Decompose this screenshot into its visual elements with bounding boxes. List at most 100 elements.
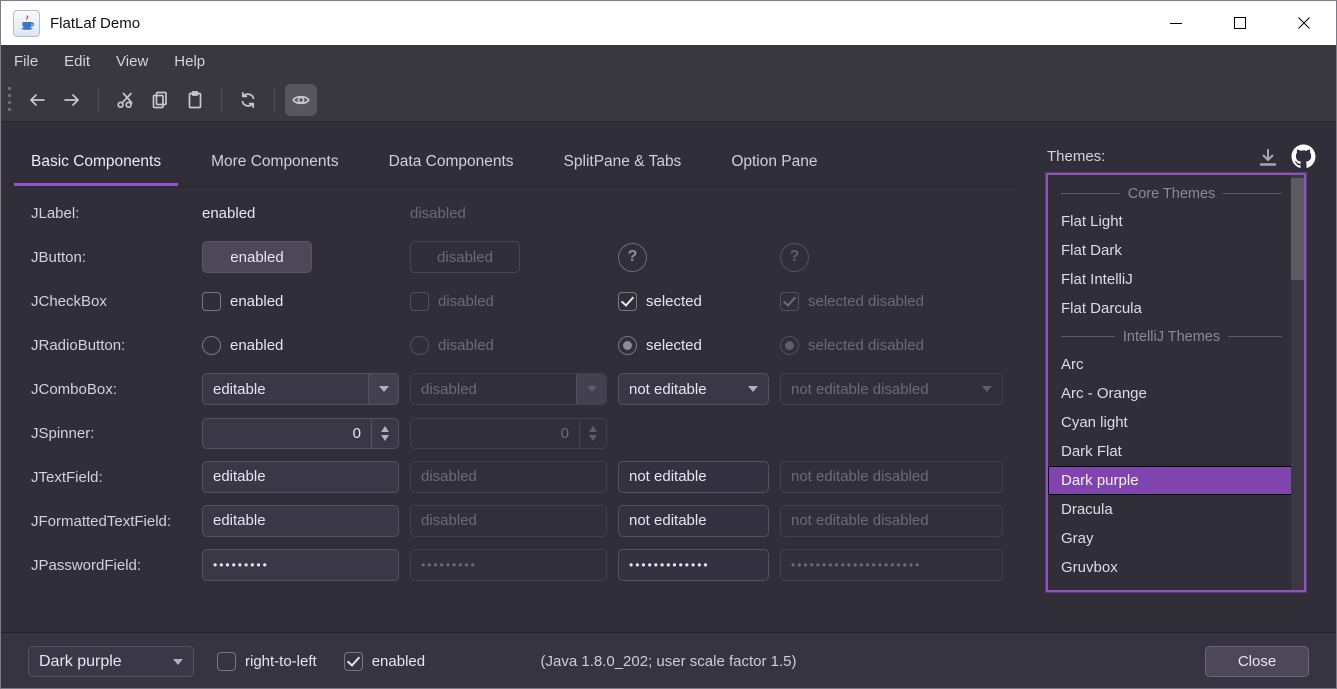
download-icon[interactable] xyxy=(1257,147,1279,169)
tab-data-components[interactable]: Data Components xyxy=(372,141,531,186)
spinner-arrows[interactable] xyxy=(371,419,398,448)
password-field-not-editable[interactable]: ••••••••••••• xyxy=(618,549,769,581)
enabled-checkbox[interactable]: enabled xyxy=(344,652,425,671)
combobox-not-editable[interactable]: not editable xyxy=(618,373,769,405)
tab-splitpane-tabs[interactable]: SplitPane & Tabs xyxy=(547,141,699,186)
menu-bar: File Edit View Help xyxy=(1,45,1336,78)
spinner-enabled[interactable]: 0 xyxy=(202,418,399,449)
theme-list-item[interactable]: Flat Light xyxy=(1048,207,1292,236)
tab-option-pane[interactable]: Option Pane xyxy=(714,141,834,186)
formatted-textfield-not-editable[interactable]: not editable xyxy=(618,505,769,537)
radio-selected[interactable]: selected xyxy=(618,336,769,355)
tab-basic-components[interactable]: Basic Components xyxy=(14,141,178,186)
back-button[interactable] xyxy=(21,84,53,116)
chevron-down-icon[interactable] xyxy=(738,374,768,404)
title-bar: FlatLaf Demo xyxy=(1,1,1336,45)
minimize-button[interactable] xyxy=(1144,1,1208,45)
toolbar-grip[interactable] xyxy=(8,87,11,113)
checkbox-enabled[interactable]: enabled xyxy=(202,292,399,311)
chevron-down-icon xyxy=(576,374,606,404)
theme-list-item[interactable]: Dracula xyxy=(1048,495,1292,524)
copy-button[interactable] xyxy=(144,84,176,116)
cut-button[interactable] xyxy=(109,84,141,116)
password-field-not-editable-disabled: ••••••••••••••••••••• xyxy=(780,549,1003,581)
checkbox-checked-icon[interactable] xyxy=(618,292,637,311)
theme-list-item[interactable]: Dark Flat xyxy=(1048,437,1292,466)
theme-selector-combobox[interactable]: Dark purple xyxy=(28,646,194,677)
chevron-down-icon xyxy=(972,374,1002,404)
spinner-value: 0 xyxy=(411,419,579,448)
github-icon[interactable] xyxy=(1291,144,1316,169)
textfield-disabled: disabled xyxy=(410,461,607,493)
refresh-button[interactable] xyxy=(232,84,264,116)
help-button[interactable]: ? xyxy=(618,243,647,272)
theme-list-item[interactable]: Flat IntelliJ xyxy=(1048,265,1292,294)
combobox-value[interactable]: editable xyxy=(203,381,368,398)
radio-selected-icon[interactable] xyxy=(618,336,637,355)
chevron-down-icon[interactable] xyxy=(368,374,398,404)
window-title: FlatLaf Demo xyxy=(50,15,140,32)
theme-list-item[interactable]: Cyan light xyxy=(1048,408,1292,437)
radio-label: enabled xyxy=(230,337,283,354)
textfield-not-editable-disabled: not editable disabled xyxy=(780,461,1003,493)
jcombobox-row-label: JComboBox: xyxy=(31,381,191,398)
password-field-editable[interactable]: ••••••••• xyxy=(202,549,399,581)
spinner-value[interactable]: 0 xyxy=(203,419,371,448)
theme-list-item[interactable]: Flat Dark xyxy=(1048,236,1292,265)
radio-selected-disabled: selected disabled xyxy=(780,336,1003,355)
checkbox-icon[interactable] xyxy=(217,652,236,671)
enabled-button[interactable]: enabled xyxy=(202,241,312,273)
right-to-left-checkbox[interactable]: right-to-left xyxy=(217,652,317,671)
checkbox-label: selected disabled xyxy=(808,293,924,310)
checkbox-selected[interactable]: selected xyxy=(618,292,769,311)
theme-list-item[interactable]: Gray xyxy=(1048,524,1292,553)
menu-file[interactable]: File xyxy=(1,45,51,78)
theme-list-item[interactable]: Arc xyxy=(1048,350,1292,379)
radio-enabled[interactable]: enabled xyxy=(202,336,399,355)
java-app-icon xyxy=(13,10,40,37)
combobox-value: not editable disabled xyxy=(781,381,972,398)
menu-help[interactable]: Help xyxy=(161,45,218,78)
help-button-disabled: ? xyxy=(780,243,809,272)
theme-list-item[interactable]: Dark purple xyxy=(1048,466,1292,495)
theme-list-item[interactable]: Flat Darcula xyxy=(1048,294,1292,323)
radio-icon xyxy=(410,336,429,355)
maximize-button[interactable] xyxy=(1208,1,1272,45)
combobox-editable[interactable]: editable xyxy=(202,373,399,405)
checkbox-label: disabled xyxy=(438,293,494,310)
radio-icon[interactable] xyxy=(202,336,221,355)
theme-list-item[interactable]: Gruvbox xyxy=(1048,553,1292,582)
combobox-value[interactable]: not editable xyxy=(619,381,738,398)
jtextfield-row-label: JTextField: xyxy=(31,469,191,486)
combobox-not-editable-disabled: not editable disabled xyxy=(780,373,1003,405)
menu-view[interactable]: View xyxy=(103,45,161,78)
checkbox-selected-disabled: selected disabled xyxy=(780,292,1003,311)
jlabel-enabled: enabled xyxy=(202,205,399,222)
tool-bar xyxy=(1,78,1336,122)
jpasswordfield-row-label: JPasswordField: xyxy=(31,557,191,574)
right-to-left-label: right-to-left xyxy=(245,653,317,670)
formatted-textfield-editable[interactable]: editable xyxy=(202,505,399,537)
show-details-toggle[interactable] xyxy=(285,84,317,116)
password-field-disabled: ••••••••• xyxy=(410,549,607,581)
formatted-textfield-disabled: disabled xyxy=(410,505,607,537)
checkbox-checked-icon[interactable] xyxy=(344,652,363,671)
tab-more-components[interactable]: More Components xyxy=(194,141,356,186)
textfield-not-editable[interactable]: not editable xyxy=(618,461,769,493)
theme-list-item[interactable]: Arc - Orange xyxy=(1048,379,1292,408)
close-window-button[interactable] xyxy=(1272,1,1336,45)
forward-button[interactable] xyxy=(56,84,88,116)
menu-edit[interactable]: Edit xyxy=(51,45,103,78)
themes-scrollbar[interactable] xyxy=(1291,175,1304,590)
jspinner-row-label: JSpinner: xyxy=(31,425,191,442)
scrollbar-thumb[interactable] xyxy=(1291,178,1304,280)
checkbox-checked-icon xyxy=(780,292,799,311)
paste-button[interactable] xyxy=(179,84,211,116)
chevron-down-icon[interactable] xyxy=(163,647,193,676)
close-button[interactable]: Close xyxy=(1205,646,1309,677)
checkbox-disabled: disabled xyxy=(410,292,607,311)
textfield-editable[interactable]: editable xyxy=(202,461,399,493)
theme-selector-value[interactable]: Dark purple xyxy=(29,653,163,671)
toolbar-separator xyxy=(274,88,275,112)
checkbox-icon[interactable] xyxy=(202,292,221,311)
